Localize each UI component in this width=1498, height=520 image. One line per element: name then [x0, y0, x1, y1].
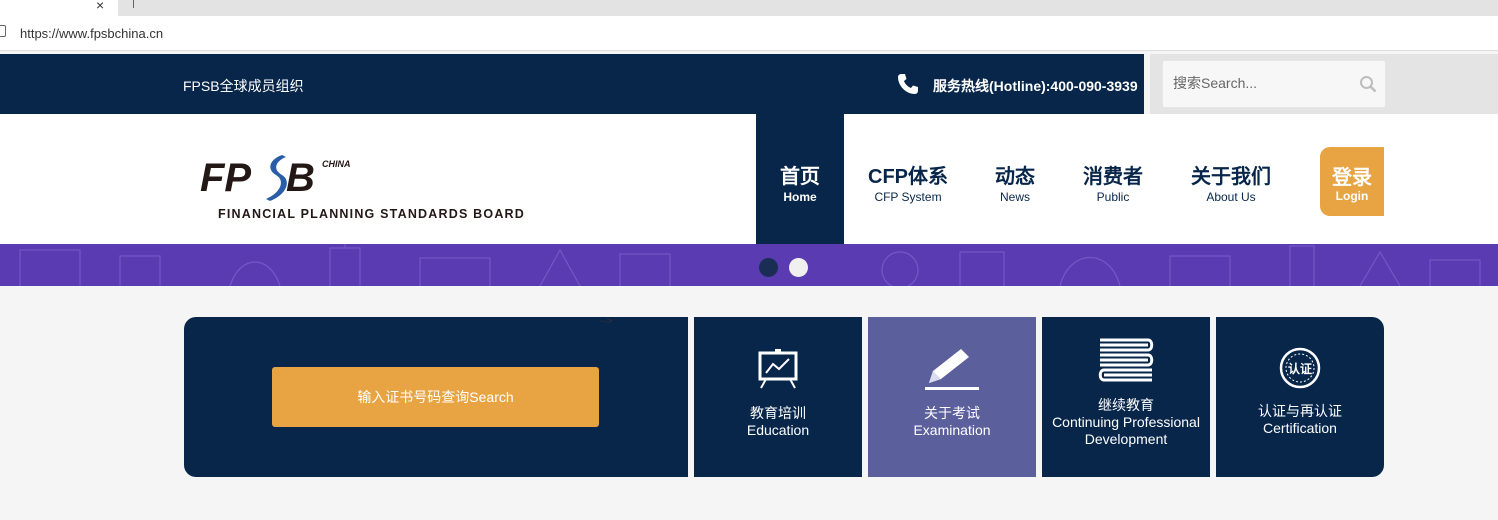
search-icon[interactable] [1359, 75, 1377, 93]
address-url[interactable]: https://www.fpsbchina.cn [20, 26, 163, 41]
tile-certification-en: Certification [1263, 420, 1337, 436]
fpsb-global-member-link[interactable]: FPSB全球成员组织 [183, 76, 304, 96]
presentation-board-icon [758, 349, 798, 389]
tab-close-icon[interactable]: × [96, 0, 104, 13]
nav-cfp-system-zh: CFP体系 [868, 166, 948, 188]
nav-home[interactable]: 首页 Home [756, 114, 844, 244]
nav-news-en: News [999, 190, 1030, 204]
search-box[interactable] [1162, 60, 1386, 108]
search-input[interactable] [1173, 75, 1343, 91]
nav-about-us[interactable]: 关于我们 About Us [1184, 114, 1278, 244]
logo-china-tag: CHINA [322, 159, 351, 169]
stray-comment-text: --> [600, 316, 613, 327]
nav-public-en: Public [1096, 190, 1130, 204]
nav-public[interactable]: 消费者 Public [1074, 114, 1152, 244]
tile-certification-zh: 认证与再认证 [1258, 403, 1342, 419]
tile-continuing-education-zh: 继续教育 [1098, 397, 1154, 413]
site-header: FP B CHINA FINANCIAL PLANNING STANDARDS … [0, 114, 1498, 244]
pencil-icon [925, 349, 979, 390]
nav-about-us-zh: 关于我们 [1191, 166, 1271, 188]
tile-education-zh: 教育培训 [750, 405, 806, 421]
tile-continuing-education[interactable]: 继续教育 Continuing Professional Development [1042, 317, 1210, 477]
login-button[interactable]: 登录 Login [1320, 147, 1384, 216]
tile-examination[interactable]: 关于考试 Examination [868, 317, 1036, 477]
login-zh: 登录 [1332, 167, 1372, 189]
page-info-icon[interactable] [0, 25, 6, 37]
books-icon [1098, 338, 1154, 382]
logo-subtitle: FINANCIAL PLANNING STANDARDS BOARD [218, 207, 525, 221]
address-bar[interactable]: https://www.fpsbchina.cn [0, 16, 1498, 51]
seal-text: 认证 [1288, 361, 1312, 376]
login-en: Login [1335, 189, 1369, 203]
tile-education[interactable]: 教育培训 Education [694, 317, 862, 477]
tile-continuing-education-en: Continuing Professional Development [1052, 414, 1200, 447]
search-area [1150, 54, 1498, 114]
nav-about-us-en: About Us [1206, 190, 1256, 204]
carousel-dot-2[interactable] [789, 258, 808, 277]
top-bar: FPSB全球成员组织 服务热线(Hotline):400-090-3939 [0, 54, 1144, 114]
banner-cityscape-pattern [19, 244, 1481, 286]
nav-cfp-system[interactable]: CFP体系 CFP System [860, 114, 956, 244]
certificate-search-panel: 输入证书号码查询Search [184, 317, 688, 477]
nav-public-zh: 消费者 [1083, 166, 1143, 188]
tile-education-en: Education [746, 422, 810, 438]
nav-cfp-system-en: CFP System [874, 190, 942, 204]
nav-news[interactable]: 动态 News [980, 114, 1050, 244]
nav-home-en: Home [783, 190, 817, 204]
fpsb-logo-mark: FP B CHINA [200, 155, 351, 201]
phone-icon [898, 74, 918, 94]
browser-tab-strip: × [0, 0, 1498, 16]
browser-tab[interactable]: × [0, 0, 118, 16]
svg-text:B: B [286, 156, 315, 200]
tile-examination-zh: 关于考试 [924, 405, 980, 421]
tile-certification[interactable]: 认证 认证与再认证 Certification [1216, 317, 1384, 477]
tile-examination-en: Examination [913, 422, 991, 438]
hotline-text: 服务热线(Hotline):400-090-3939 [933, 78, 1138, 94]
fpsb-logo[interactable]: FP B CHINA FINANCIAL PLANNING STANDARDS … [200, 149, 524, 227]
nav-home-zh: 首页 [780, 166, 820, 188]
certificate-search-button[interactable]: 输入证书号码查询Search [272, 367, 599, 427]
svg-text:FP: FP [200, 156, 251, 200]
certification-seal-icon: 认证 [1279, 347, 1321, 389]
tab-separator [133, 0, 134, 8]
carousel-dot-1[interactable] [759, 258, 778, 277]
nav-news-zh: 动态 [995, 166, 1035, 188]
hero-banner[interactable] [0, 244, 1498, 286]
